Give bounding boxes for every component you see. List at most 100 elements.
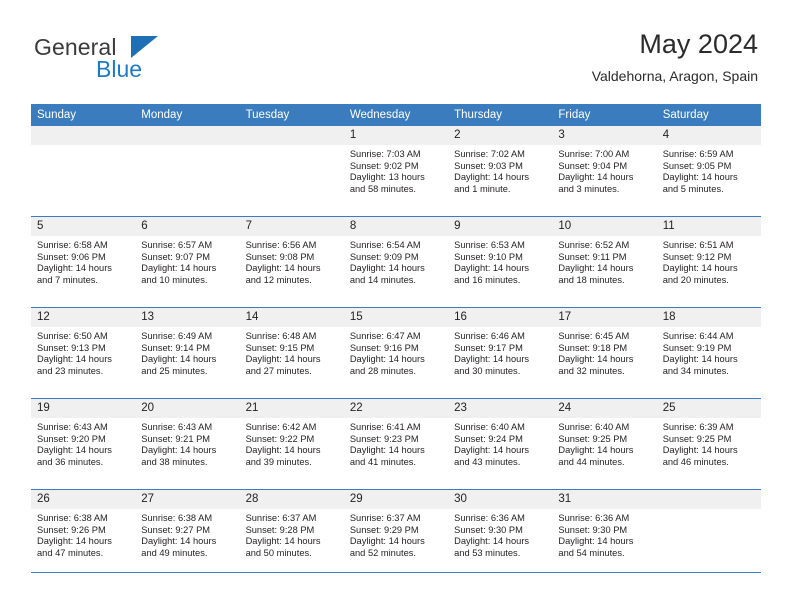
day-cell-inner[interactable] [135,126,240,216]
day-cell[interactable]: 12 Sunrise: 6:50 AM Sunset: 9:13 PM Dayl… [31,307,136,399]
day-cell-inner[interactable] [239,126,344,216]
day-cell-inner[interactable]: 7 Sunrise: 6:56 AM Sunset: 9:08 PM Dayli… [239,217,344,307]
day-cell[interactable]: 28 Sunrise: 6:37 AM Sunset: 9:28 PM Dayl… [239,489,344,580]
day-cell-inner[interactable]: 22 Sunrise: 6:41 AM Sunset: 9:23 PM Dayl… [343,399,449,489]
week-row: 5 Sunrise: 6:58 AM Sunset: 9:06 PM Dayli… [31,216,761,308]
day-cell-inner[interactable]: 24 Sunrise: 6:40 AM Sunset: 9:25 PM Dayl… [552,399,657,489]
day-cell[interactable]: 27 Sunrise: 6:38 AM Sunset: 9:27 PM Dayl… [135,489,240,580]
day-cell[interactable]: 22 Sunrise: 6:41 AM Sunset: 9:23 PM Dayl… [343,398,449,490]
day-cell-inner[interactable]: 15 Sunrise: 6:47 AM Sunset: 9:16 PM Dayl… [343,308,449,398]
day-cell-inner[interactable]: 9 Sunrise: 6:53 AM Sunset: 9:10 PM Dayli… [448,217,553,307]
day-number: 28 [239,490,344,509]
day-cell[interactable]: 24 Sunrise: 6:40 AM Sunset: 9:25 PM Dayl… [552,398,657,490]
day-details: Sunrise: 6:53 AM Sunset: 9:10 PM Dayligh… [448,236,552,286]
day-cell[interactable]: 31 Sunrise: 6:36 AM Sunset: 9:30 PM Dayl… [552,489,657,580]
day-cell-inner[interactable]: 17 Sunrise: 6:45 AM Sunset: 9:18 PM Dayl… [552,308,657,398]
sunset-text: Sunset: 9:30 PM [454,524,523,535]
day-cell-inner[interactable]: 16 Sunrise: 6:46 AM Sunset: 9:17 PM Dayl… [448,308,553,398]
day-cell[interactable]: 2 Sunrise: 7:02 AM Sunset: 9:03 PM Dayli… [448,126,553,217]
day-cell[interactable]: 7 Sunrise: 6:56 AM Sunset: 9:08 PM Dayli… [239,216,344,308]
day-number: 31 [552,490,657,509]
daylight-text-line2: and 18 minutes. [558,274,625,285]
day-cell[interactable] [239,126,344,217]
sunrise-text: Sunrise: 6:47 AM [349,331,421,341]
day-cell[interactable] [135,126,240,217]
sunrise-text: Sunrise: 6:51 AM [662,240,734,250]
day-cell[interactable]: 14 Sunrise: 6:48 AM Sunset: 9:15 PM Dayl… [239,307,344,399]
sunset-text: Sunset: 9:28 PM [245,524,315,535]
day-cell-inner[interactable]: 30 Sunrise: 6:36 AM Sunset: 9:30 PM Dayl… [448,490,553,580]
day-cell-inner[interactable]: 19 Sunrise: 6:43 AM Sunset: 9:20 PM Dayl… [31,399,136,489]
day-cell[interactable]: 30 Sunrise: 6:36 AM Sunset: 9:30 PM Dayl… [448,489,553,580]
day-cell[interactable]: 18 Sunrise: 6:44 AM Sunset: 9:19 PM Dayl… [656,307,761,399]
day-cell-inner[interactable]: 8 Sunrise: 6:54 AM Sunset: 9:09 PM Dayli… [343,217,449,307]
day-cell[interactable]: 20 Sunrise: 6:43 AM Sunset: 9:21 PM Dayl… [135,398,240,490]
day-cell-inner[interactable]: 23 Sunrise: 6:40 AM Sunset: 9:24 PM Dayl… [448,399,553,489]
day-cell-inner[interactable] [31,126,136,216]
daylight-text-line1: Daylight: 14 hours [141,445,217,456]
sunset-text: Sunset: 9:02 PM [349,160,419,171]
day-cell[interactable]: 17 Sunrise: 6:45 AM Sunset: 9:18 PM Dayl… [552,307,657,399]
day-cell[interactable]: 16 Sunrise: 6:46 AM Sunset: 9:17 PM Dayl… [448,307,553,399]
sunrise-text: Sunrise: 7:02 AM [454,149,525,159]
sunset-text: Sunset: 9:23 PM [349,433,419,444]
day-details: Sunrise: 6:52 AM Sunset: 9:11 PM Dayligh… [552,236,656,286]
day-cell-inner[interactable]: 2 Sunrise: 7:02 AM Sunset: 9:03 PM Dayli… [448,126,553,216]
day-details: Sunrise: 6:38 AM Sunset: 9:26 PM Dayligh… [31,509,135,559]
day-cell[interactable]: 23 Sunrise: 6:40 AM Sunset: 9:24 PM Dayl… [448,398,553,490]
day-cell-inner[interactable]: 12 Sunrise: 6:50 AM Sunset: 9:13 PM Dayl… [31,308,136,398]
day-cell[interactable]: 5 Sunrise: 6:58 AM Sunset: 9:06 PM Dayli… [31,216,136,308]
day-details: Sunrise: 6:45 AM Sunset: 9:18 PM Dayligh… [552,327,656,377]
day-cell[interactable] [31,126,136,217]
day-cell[interactable]: 1 Sunrise: 7:03 AM Sunset: 9:02 PM Dayli… [343,126,449,217]
weekday-header-wednesday: Wednesday [343,104,449,126]
day-cell[interactable]: 21 Sunrise: 6:42 AM Sunset: 9:22 PM Dayl… [239,398,344,490]
day-cell-inner[interactable]: 6 Sunrise: 6:57 AM Sunset: 9:07 PM Dayli… [135,217,240,307]
day-cell[interactable]: 10 Sunrise: 6:52 AM Sunset: 9:11 PM Dayl… [552,216,657,308]
day-cell[interactable]: 9 Sunrise: 6:53 AM Sunset: 9:10 PM Dayli… [448,216,553,308]
day-cell-inner[interactable]: 20 Sunrise: 6:43 AM Sunset: 9:21 PM Dayl… [135,399,240,489]
triangle-icon [131,36,158,58]
day-details [657,509,761,513]
day-cell-inner[interactable]: 18 Sunrise: 6:44 AM Sunset: 9:19 PM Dayl… [656,308,761,398]
day-number: 21 [239,399,344,418]
day-cell[interactable]: 6 Sunrise: 6:57 AM Sunset: 9:07 PM Dayli… [135,216,240,308]
day-number: 15 [343,308,449,327]
day-cell-inner[interactable]: 25 Sunrise: 6:39 AM Sunset: 9:25 PM Dayl… [656,399,761,489]
day-details: Sunrise: 6:48 AM Sunset: 9:15 PM Dayligh… [240,327,344,377]
day-cell[interactable]: 25 Sunrise: 6:39 AM Sunset: 9:25 PM Dayl… [656,398,761,490]
day-cell-inner[interactable]: 21 Sunrise: 6:42 AM Sunset: 9:22 PM Dayl… [239,399,344,489]
sunrise-text: Sunrise: 6:53 AM [454,240,525,250]
day-cell-inner[interactable]: 31 Sunrise: 6:36 AM Sunset: 9:30 PM Dayl… [552,490,657,580]
day-cell-inner[interactable]: 27 Sunrise: 6:38 AM Sunset: 9:27 PM Dayl… [135,490,240,580]
day-cell-inner[interactable]: 28 Sunrise: 6:37 AM Sunset: 9:28 PM Dayl… [239,490,344,580]
day-cell[interactable]: 3 Sunrise: 7:00 AM Sunset: 9:04 PM Dayli… [552,126,657,217]
brand-logo[interactable]: General Blue [34,34,254,90]
day-cell[interactable]: 13 Sunrise: 6:49 AM Sunset: 9:14 PM Dayl… [135,307,240,399]
day-cell[interactable]: 8 Sunrise: 6:54 AM Sunset: 9:09 PM Dayli… [343,216,449,308]
day-cell-inner[interactable]: 3 Sunrise: 7:00 AM Sunset: 9:04 PM Dayli… [552,126,657,216]
day-cell-inner[interactable]: 5 Sunrise: 6:58 AM Sunset: 9:06 PM Dayli… [31,217,136,307]
day-cell-inner[interactable]: 4 Sunrise: 6:59 AM Sunset: 9:05 PM Dayli… [656,126,761,216]
daylight-text-line1: Daylight: 14 hours [558,536,634,547]
day-cell[interactable]: 26 Sunrise: 6:38 AM Sunset: 9:26 PM Dayl… [31,489,136,580]
day-cell[interactable]: 15 Sunrise: 6:47 AM Sunset: 9:16 PM Dayl… [343,307,449,399]
day-cell-inner[interactable] [656,490,761,580]
day-cell-inner[interactable]: 10 Sunrise: 6:52 AM Sunset: 9:11 PM Dayl… [552,217,657,307]
day-cell-inner[interactable]: 11 Sunrise: 6:51 AM Sunset: 9:12 PM Dayl… [656,217,761,307]
sunrise-text: Sunrise: 6:42 AM [245,422,317,432]
day-cell-inner[interactable]: 26 Sunrise: 6:38 AM Sunset: 9:26 PM Dayl… [31,490,136,580]
day-cell-inner[interactable]: 14 Sunrise: 6:48 AM Sunset: 9:15 PM Dayl… [239,308,344,398]
day-cell[interactable]: 19 Sunrise: 6:43 AM Sunset: 9:20 PM Dayl… [31,398,136,490]
sunrise-text: Sunrise: 6:52 AM [558,240,630,250]
day-cell[interactable] [656,489,761,580]
daylight-text-line1: Daylight: 14 hours [349,354,425,365]
day-cell[interactable]: 29 Sunrise: 6:37 AM Sunset: 9:29 PM Dayl… [343,489,449,580]
day-cell[interactable]: 4 Sunrise: 6:59 AM Sunset: 9:05 PM Dayli… [656,126,761,217]
day-cell-inner[interactable]: 1 Sunrise: 7:03 AM Sunset: 9:02 PM Dayli… [343,126,449,216]
day-number: 5 [31,217,136,236]
sunset-text: Sunset: 9:04 PM [558,160,628,171]
day-cell[interactable]: 11 Sunrise: 6:51 AM Sunset: 9:12 PM Dayl… [656,216,761,308]
day-cell-inner[interactable]: 29 Sunrise: 6:37 AM Sunset: 9:29 PM Dayl… [343,490,449,580]
day-cell-inner[interactable]: 13 Sunrise: 6:49 AM Sunset: 9:14 PM Dayl… [135,308,240,398]
